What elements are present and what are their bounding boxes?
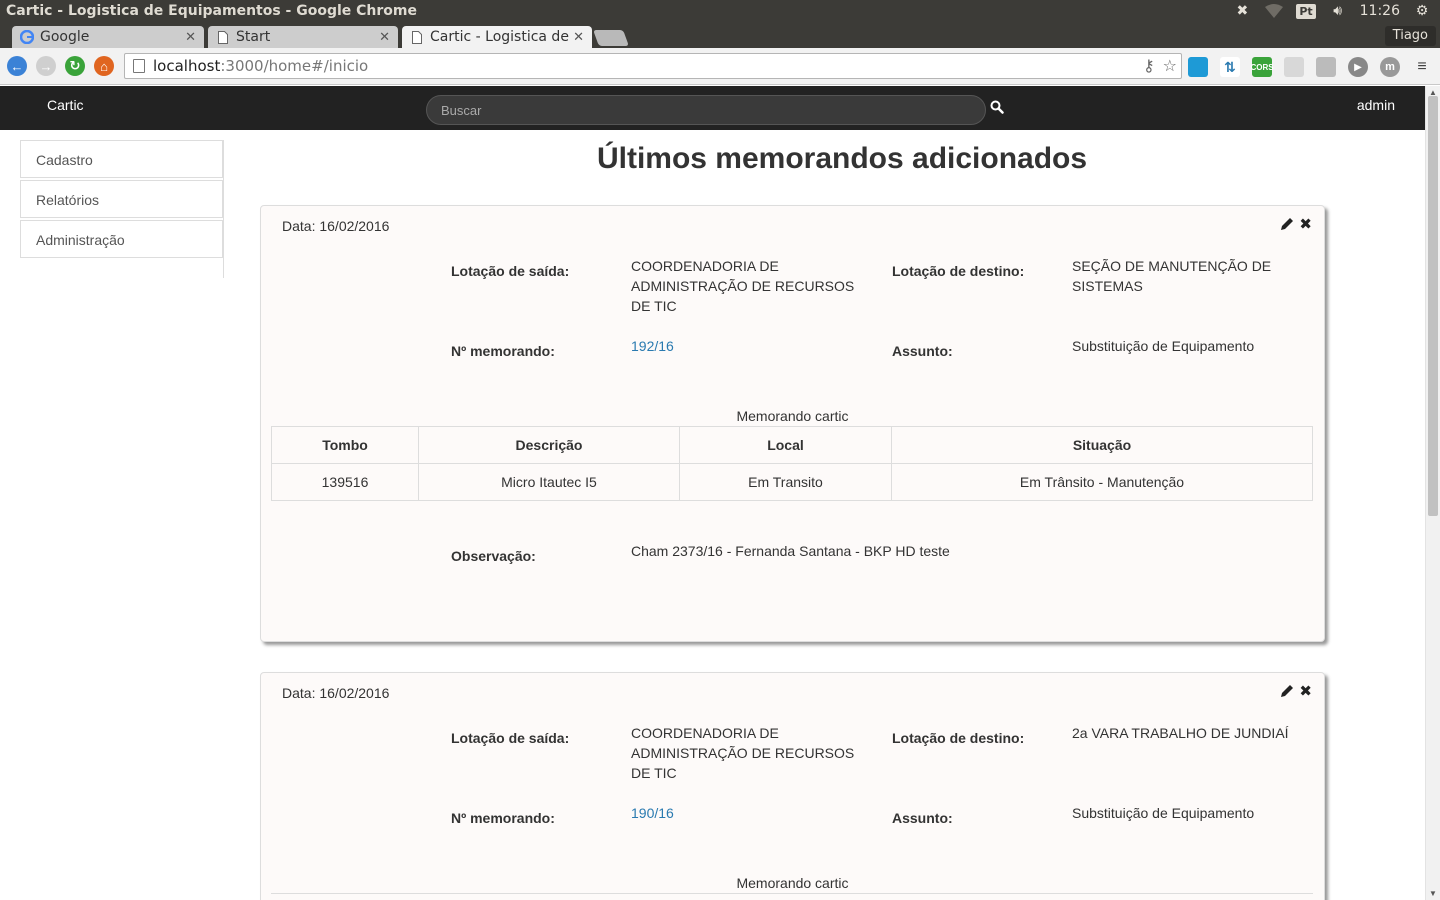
- new-tab-button[interactable]: [593, 30, 629, 46]
- google-icon: [20, 30, 34, 44]
- tab-cartic[interactable]: Cartic - Logistica de Equipamentos ✕: [402, 26, 592, 48]
- memo-date: Data: 16/02/2016: [282, 685, 390, 701]
- keyboard-layout-indicator[interactable]: Pt: [1296, 3, 1316, 19]
- close-icon[interactable]: ✕: [379, 30, 390, 45]
- table-row: 139516 Micro Itautec I5 Em Transito Em T…: [271, 463, 1313, 501]
- value-destino: SEÇÃO DE MANUTENÇÃO DE SISTEMAS: [1072, 258, 1272, 294]
- key-icon[interactable]: ⚷: [1143, 56, 1155, 76]
- table-cell: Em Trânsito - Manutenção: [891, 463, 1313, 501]
- close-icon[interactable]: ✖: [1299, 215, 1312, 233]
- equipment-table: Tombo Descrição Local Situação 139516 Mi…: [271, 426, 1313, 501]
- column-header: Tombo: [271, 426, 419, 464]
- sidebar: Cadastro Relatórios Administração: [20, 140, 224, 278]
- sidebar-item-cadastro[interactable]: Cadastro: [20, 140, 223, 178]
- close-icon[interactable]: ✕: [185, 30, 196, 45]
- memo-card: Data: 16/02/2016 ✖ Lotação de saída: COO…: [260, 672, 1325, 900]
- value-saida: COORDENADORIA DE ADMINISTRAÇÃO DE RECURS…: [631, 258, 855, 314]
- value-observacao: Cham 2373/16 - Fernanda Santana - BKP HD…: [631, 543, 950, 559]
- app-navbar: Cartic Buscar admin: [0, 86, 1425, 130]
- home-icon[interactable]: ⌂: [94, 56, 114, 76]
- os-top-bar: Cartic - Logistica de Equipamentos - Goo…: [0, 0, 1440, 24]
- scroll-down-icon[interactable]: ▼: [1429, 889, 1437, 898]
- table-cell: Em Transito: [679, 463, 892, 501]
- user-menu[interactable]: admin: [1357, 97, 1395, 113]
- copy-extension-icon[interactable]: [1316, 57, 1336, 77]
- label-destino: Lotação de destino:: [892, 730, 1025, 746]
- equipment-table: [271, 893, 1313, 900]
- value-assunto: Substituição de Equipamento: [1072, 338, 1255, 354]
- table-cell: Micro Itautec I5: [418, 463, 680, 501]
- page-icon: [410, 30, 424, 44]
- circle-extension-icon[interactable]: [1284, 57, 1304, 77]
- memo-card: Data: 16/02/2016 ✖ Lotação de saída: COO…: [260, 205, 1325, 642]
- table-caption: Memorando cartic: [736, 408, 849, 424]
- pencil-icon[interactable]: [1280, 217, 1294, 231]
- scroll-thumb[interactable]: [1428, 96, 1438, 516]
- label-assunto: Assunto:: [892, 810, 953, 826]
- label-destino: Lotação de destino:: [892, 263, 1025, 279]
- bookmark-star-icon[interactable]: ☆: [1163, 56, 1177, 76]
- close-icon[interactable]: ✕: [573, 30, 584, 45]
- power-icon[interactable]: ⚙: [1412, 2, 1432, 20]
- value-destino: 2a VARA TRABALHO DE JUNDIAÍ: [1072, 725, 1289, 741]
- label-assunto: Assunto:: [892, 343, 953, 359]
- page-scrollbar[interactable]: ▲ ▼: [1425, 86, 1440, 900]
- table-caption: Memorando cartic: [736, 875, 849, 891]
- dropbox-icon[interactable]: ✖: [1232, 2, 1252, 20]
- label-saida: Lotação de saída:: [451, 730, 570, 746]
- sidebar-item-relatorios[interactable]: Relatórios: [20, 180, 223, 218]
- label-numero: Nº memorando:: [451, 343, 555, 359]
- page-info-icon[interactable]: [133, 59, 145, 73]
- label-observacao: Observação:: [451, 548, 536, 564]
- profile-button[interactable]: Tiago: [1384, 26, 1436, 46]
- volume-icon[interactable]: 🔊︎: [1328, 2, 1348, 20]
- extension-icons: ⇅ CORS ▶ m ≡: [1188, 57, 1432, 77]
- page-title: Últimos memorandos adicionados: [596, 142, 1088, 175]
- forward-icon[interactable]: →: [36, 56, 56, 76]
- memo-number-link[interactable]: 190/16: [631, 803, 861, 823]
- play-extension-icon[interactable]: ▶: [1348, 57, 1368, 77]
- window-title: Cartic - Logistica de Equipamentos - Goo…: [6, 3, 418, 19]
- column-header: Situação: [891, 426, 1313, 464]
- tab-google[interactable]: Google ✕: [12, 26, 204, 48]
- browser-toolbar: ← → ↻ ⌂ localhost:3000/home#/inicio ⚷ ☆ …: [0, 48, 1440, 85]
- reload-icon[interactable]: ↻: [65, 56, 85, 76]
- value-saida: COORDENADORIA DE ADMINISTRAÇÃO DE RECURS…: [631, 725, 855, 781]
- brand-link[interactable]: Cartic: [47, 97, 84, 113]
- cors-extension-icon[interactable]: CORS: [1250, 57, 1274, 77]
- value-assunto: Substituição de Equipamento: [1072, 805, 1255, 821]
- clock[interactable]: 11:26: [1360, 3, 1400, 19]
- sidebar-item-administracao[interactable]: Administração: [20, 220, 223, 258]
- url-path: :3000/home#/inicio: [220, 57, 369, 75]
- system-tray: ✖ Pt 🔊︎ 11:26 ⚙: [1232, 2, 1432, 20]
- tab-start[interactable]: Start ✕: [208, 26, 398, 48]
- transfer-extension-icon[interactable]: ⇅: [1220, 57, 1240, 77]
- memo-date: Data: 16/02/2016: [282, 218, 390, 234]
- memo-number-link[interactable]: 192/16: [631, 336, 861, 356]
- url-host: localhost: [153, 57, 221, 75]
- back-icon[interactable]: ←: [7, 56, 27, 76]
- close-icon[interactable]: ✖: [1299, 682, 1312, 700]
- page-icon: [216, 30, 230, 44]
- label-numero: Nº memorando:: [451, 810, 555, 826]
- menu-icon[interactable]: ≡: [1412, 57, 1432, 77]
- search-input[interactable]: Buscar: [426, 95, 986, 125]
- m-extension-icon[interactable]: m: [1380, 57, 1400, 77]
- pencil-icon[interactable]: [1280, 684, 1294, 698]
- address-bar[interactable]: localhost:3000/home#/inicio ⚷ ☆: [124, 53, 1182, 79]
- wifi-icon[interactable]: [1264, 2, 1284, 20]
- table-cell: 139516: [271, 463, 419, 501]
- label-saida: Lotação de saída:: [451, 263, 570, 279]
- tab-strip: Google ✕ Start ✕ Cartic - Logistica de E…: [0, 24, 1440, 48]
- search-icon[interactable]: [990, 100, 1006, 116]
- bookmark-extension-icon[interactable]: [1188, 57, 1208, 77]
- column-header: Local: [679, 426, 892, 464]
- column-header: Descrição: [418, 426, 680, 464]
